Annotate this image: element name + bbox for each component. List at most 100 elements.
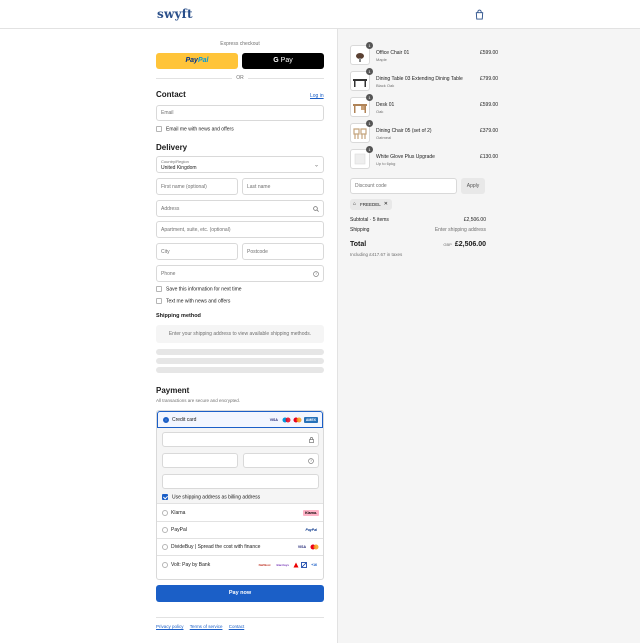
news-checkbox-row[interactable]: Email me with news and offers xyxy=(156,126,234,132)
store-logo[interactable]: swyft xyxy=(157,7,193,21)
mastercard-logo xyxy=(310,544,319,550)
footer-divider xyxy=(156,617,324,618)
bank-logo: NatWest xyxy=(258,562,271,567)
klarna-option[interactable]: Klarna Klarna. xyxy=(157,505,323,522)
mastercard-logo xyxy=(293,417,302,422)
help-circle-icon: ? xyxy=(313,270,319,277)
login-link[interactable]: Log in xyxy=(310,93,324,99)
terms-link[interactable]: Terms of service xyxy=(190,624,223,629)
credit-card-radio[interactable] xyxy=(163,416,169,423)
google-g-icon: G xyxy=(273,57,279,64)
google-pay-button[interactable]: G Pay xyxy=(242,53,324,69)
klarna-logo: Klarna. xyxy=(303,510,319,516)
line-item: 1 Dining Table 03 Extending Dining Table… xyxy=(350,68,498,93)
maestro-logo xyxy=(282,417,291,422)
paypal-option[interactable]: PayPal PayPal xyxy=(157,522,323,539)
save-info-row[interactable]: Save this information for next time xyxy=(156,286,242,292)
security-code-field[interactable]: ? xyxy=(243,453,319,468)
shipping-skeleton xyxy=(156,349,324,355)
expiry-field[interactable] xyxy=(162,453,238,468)
volt-radio[interactable] xyxy=(162,561,168,568)
quantity-badge: 1 xyxy=(366,42,373,49)
product-name: Dining Chair 05 (set of 2) xyxy=(376,128,432,134)
product-price: £799.00 xyxy=(480,76,499,82)
close-icon[interactable]: ✕ xyxy=(384,199,388,210)
shipping-row: Shipping Enter shipping address xyxy=(350,227,486,233)
card-number-field[interactable] xyxy=(162,432,319,447)
text-me-row[interactable]: Text me with news and offers xyxy=(156,298,230,304)
shopping-bag-icon[interactable] xyxy=(474,9,485,20)
product-name: White Glove Plus Upgrade xyxy=(376,154,435,160)
order-summary: 1 Office Chair 01 Maple £599.00 1 Dining… xyxy=(337,29,640,643)
line-item: 1 Office Chair 01 Maple £599.00 xyxy=(350,42,498,67)
contact-heading: Contact xyxy=(156,90,186,99)
shipping-note: Enter your shipping address to view avai… xyxy=(156,325,324,343)
phone-field[interactable]: Phone ? xyxy=(156,265,324,282)
name-on-card-field[interactable] xyxy=(162,474,319,489)
card-details-panel: ? Use shipping address as billing addres… xyxy=(157,428,323,504)
product-price: £130.00 xyxy=(480,154,499,160)
address-field[interactable]: Address xyxy=(156,200,324,217)
taxes-note: Including £417.67 in taxes xyxy=(350,252,403,257)
product-name: Desk 01 xyxy=(376,102,395,108)
city-field[interactable]: City xyxy=(156,243,238,260)
klarna-radio[interactable] xyxy=(162,510,168,516)
first-name-field[interactable]: First name (optional) xyxy=(156,178,238,195)
or-divider: OR xyxy=(156,75,324,81)
dividebuy-radio[interactable] xyxy=(162,544,168,550)
paypal-radio[interactable] xyxy=(162,527,168,533)
discount-code-input[interactable]: Discount code xyxy=(350,178,457,194)
pay-now-button[interactable]: Pay now xyxy=(156,585,324,602)
more-banks-count: +16 xyxy=(311,562,317,567)
product-variant: Oak xyxy=(376,109,384,114)
search-icon xyxy=(313,205,319,212)
product-price: £599.00 xyxy=(480,50,499,56)
product-variant: Maple xyxy=(376,57,387,62)
email-field[interactable]: Email xyxy=(156,105,324,121)
product-name: Office Chair 01 xyxy=(376,50,410,56)
quantity-badge: 1 xyxy=(366,146,373,153)
save-info-checkbox[interactable] xyxy=(156,286,162,292)
bank-logo-icon xyxy=(301,561,307,568)
last-name-field[interactable]: Last name xyxy=(242,178,324,195)
payment-methods: Credit card VISA AMEX ? Use shipping add… xyxy=(156,410,324,580)
lock-icon xyxy=(309,436,314,443)
checkout-page: swyft Express checkout PayPal G Pay OR C… xyxy=(0,0,640,643)
shipping-skeleton xyxy=(156,367,324,373)
chevron-down-icon: ⌄ xyxy=(313,162,319,168)
text-me-checkbox[interactable] xyxy=(156,298,162,304)
payment-subtitle: All transactions are secure and encrypte… xyxy=(156,398,241,403)
apply-button[interactable]: Apply xyxy=(461,178,485,194)
shipping-method-heading: Shipping method xyxy=(156,313,201,319)
paypal-express-button[interactable]: PayPal xyxy=(156,53,238,69)
product-variant: Black Oak xyxy=(376,83,395,88)
news-checkbox[interactable] xyxy=(156,126,162,132)
product-name: Dining Table 03 Extending Dining Table xyxy=(376,76,463,82)
discount-chip: ⌂ FREEDEL ✕ xyxy=(350,199,392,210)
credit-card-option[interactable]: Credit card VISA AMEX xyxy=(157,411,323,428)
quantity-badge: 1 xyxy=(366,68,373,75)
quantity-badge: 1 xyxy=(366,120,373,127)
product-variant: Up to 6pkg xyxy=(376,161,396,166)
line-item: 1 Desk 01 Oak £599.00 xyxy=(350,94,498,119)
tag-icon: ⌂ xyxy=(353,201,357,207)
postcode-field[interactable]: Postcode xyxy=(242,243,324,260)
country-select[interactable]: Country/Region United Kingdom ⌄ xyxy=(156,156,324,173)
product-variant: Oatmeal xyxy=(376,135,392,140)
visa-logo: VISA xyxy=(269,417,278,422)
apartment-field[interactable]: Apartment, suite, etc. (optional) xyxy=(156,221,324,238)
express-checkout-label: Express checkout xyxy=(220,41,260,47)
contact-link[interactable]: Contact xyxy=(229,624,245,629)
line-item: 1 White Glove Plus Upgrade Up to 6pkg £1… xyxy=(350,146,498,171)
svg-text:?: ? xyxy=(315,272,317,276)
visa-logo: VISA xyxy=(297,545,306,549)
volt-option[interactable]: Volt: Pay by Bank NatWest Barclays +16 xyxy=(157,556,323,573)
privacy-policy-link[interactable]: Privacy policy xyxy=(156,624,184,629)
subtotal-row: Subtotal · 5 items £2,506.00 xyxy=(350,217,486,223)
billing-same-row[interactable]: Use shipping address as billing address xyxy=(162,494,260,500)
amex-logo: AMEX xyxy=(303,416,318,423)
dividebuy-option[interactable]: DivideBuy | Spread the cost with finance… xyxy=(157,539,323,556)
quantity-badge: 1 xyxy=(366,94,373,101)
billing-same-checkbox[interactable] xyxy=(162,494,168,500)
product-price: £379.00 xyxy=(480,128,499,134)
